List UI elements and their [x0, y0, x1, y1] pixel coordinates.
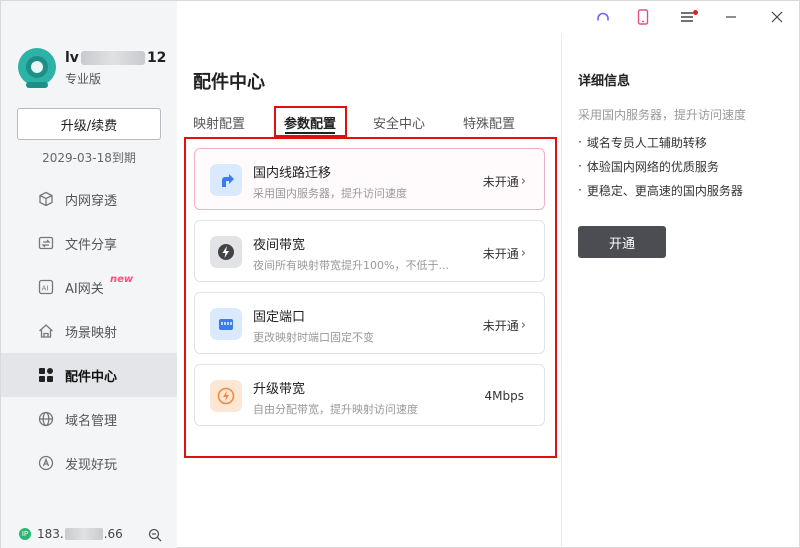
highlight-box-tab: [274, 106, 347, 137]
chevron-right-icon: ›: [520, 246, 526, 261]
notification-dot: [693, 10, 698, 15]
sidebar-item-label: AI网关: [65, 281, 104, 297]
sidebar-item-accessory-center[interactable]: 配件中心: [1, 353, 177, 397]
card-title: 升级带宽: [253, 382, 306, 397]
compass-icon: [37, 454, 55, 472]
username-prefix: lv: [65, 50, 79, 66]
sidebar-item-domain[interactable]: 域名管理: [1, 397, 177, 441]
support-icon[interactable]: [593, 7, 613, 27]
bullet-mark: ·: [578, 159, 582, 173]
feature-card-domestic-route[interactable]: 国内线路迁移 采用国内服务器，提升访问速度 未开通 ›: [194, 148, 545, 210]
card-status-text: 未开通: [482, 247, 519, 261]
close-icon[interactable]: [767, 7, 787, 27]
card-desc: 更改映射时端口固定不变: [253, 331, 374, 344]
sidebar-nav: 内网穿透 文件分享 AI AI网关 new 场景映射 配件中心 域名管理 发现好…: [1, 177, 177, 485]
bandwidth-icon: [210, 380, 242, 412]
port-icon: [210, 308, 242, 340]
expire-date: 2029-03-18到期: [42, 151, 136, 165]
page-title: 配件中心: [193, 72, 265, 93]
minimize-icon[interactable]: [721, 7, 741, 27]
ip-suffix: .66: [103, 527, 123, 541]
detail-bullet: · 更稳定、更高速的国内服务器: [578, 178, 743, 202]
username-redaction: [80, 51, 145, 65]
house-icon: [37, 322, 55, 340]
sidebar-item-file-share[interactable]: 文件分享: [1, 221, 177, 265]
ip-address: IP 183. .66: [19, 527, 123, 541]
title-bar: [177, 1, 800, 33]
card-status-text: 4Mbps: [484, 389, 524, 403]
avatar[interactable]: [18, 48, 56, 88]
detail-bullet: · 体验国内网络的优质服务: [578, 154, 743, 178]
detail-description: 采用国内服务器，提升访问速度: [578, 108, 747, 122]
username-suffix: 12: [146, 50, 167, 66]
card-status[interactable]: 未开通 ›: [483, 317, 526, 334]
svg-text:AI: AI: [42, 284, 49, 292]
card-title: 夜间带宽: [253, 238, 306, 253]
sidebar: lv 12 专业版 升级/续费 2029-03-18到期 内网穿透 文件分享 A…: [1, 1, 177, 548]
bullet-text: 更稳定、更高速的国内服务器: [586, 183, 743, 198]
card-status-text: 未开通: [482, 319, 519, 333]
card-desc: 采用国内服务器，提升访问速度: [253, 187, 407, 200]
tab-security-center[interactable]: 安全中心: [373, 113, 425, 132]
feature-card-fixed-port[interactable]: 固定端口 更改映射时端口固定不变 未开通 ›: [194, 292, 545, 354]
cube-icon: [37, 190, 55, 208]
card-status[interactable]: 未开通 ›: [483, 173, 526, 190]
camera-icon: [26, 56, 48, 78]
username: lv 12: [65, 50, 166, 66]
detail-bullet-list: · 域名专员人工辅助转移 · 体验国内网络的优质服务 · 更稳定、更高速的国内服…: [578, 130, 743, 202]
bullet-text: 体验国内网络的优质服务: [586, 159, 719, 174]
network-check-icon[interactable]: [148, 527, 162, 542]
sidebar-item-label: 域名管理: [65, 413, 118, 429]
route-icon: [210, 164, 242, 196]
sidebar-item-label: 发现好玩: [65, 457, 118, 473]
ai-icon: AI: [37, 278, 55, 296]
card-desc: 自由分配带宽，提升映射访问速度: [253, 403, 418, 416]
card-status[interactable]: 4Mbps: [485, 389, 526, 403]
detail-bullet: · 域名专员人工辅助转移: [578, 130, 743, 154]
sidebar-item-tunnel[interactable]: 内网穿透: [1, 177, 177, 221]
bullet-mark: ·: [578, 135, 582, 149]
ip-status-icon: IP: [19, 528, 31, 540]
feature-card-upgrade-bandwidth[interactable]: 升级带宽 自由分配带宽，提升映射访问速度 4Mbps: [194, 364, 545, 426]
sidebar-item-scene-mapping[interactable]: 场景映射: [1, 309, 177, 353]
globe-icon: [37, 410, 55, 428]
feature-card-night-bandwidth[interactable]: 夜间带宽 夜间所有映射带宽提升100%，不低于... 未开通 ›: [194, 220, 545, 282]
tab-mapping-config[interactable]: 映射配置: [193, 113, 245, 132]
sidebar-item-discover[interactable]: 发现好玩: [1, 441, 177, 485]
mobile-icon[interactable]: [633, 7, 653, 27]
card-title: 固定端口: [253, 310, 306, 325]
bullet-text: 域名专员人工辅助转移: [586, 135, 707, 150]
panel-divider: [561, 33, 562, 548]
chevron-right-icon: ›: [520, 318, 526, 333]
card-title: 国内线路迁移: [253, 166, 332, 181]
upgrade-button[interactable]: 升级/续费: [17, 108, 161, 140]
edition-label: 专业版: [65, 72, 102, 86]
sidebar-item-label: 配件中心: [65, 369, 118, 385]
sidebar-item-ai-gateway[interactable]: AI AI网关 new: [1, 265, 177, 309]
bullet-mark: ·: [578, 183, 582, 197]
detail-title: 详细信息: [578, 74, 631, 89]
card-status[interactable]: 未开通 ›: [483, 245, 526, 262]
folder-share-icon: [37, 234, 55, 252]
new-badge: new: [110, 274, 134, 285]
ip-redaction: [64, 528, 103, 540]
bolt-icon: [210, 236, 242, 268]
grid-icon: [37, 366, 55, 384]
app-window: lv 12 专业版 升级/续费 2029-03-18到期 内网穿透 文件分享 A…: [0, 0, 800, 548]
activate-button[interactable]: 开通: [578, 226, 666, 258]
sidebar-item-label: 文件分享: [65, 237, 118, 253]
ip-prefix: 183.: [37, 527, 64, 541]
sidebar-item-label: 场景映射: [65, 325, 118, 341]
card-status-text: 未开通: [482, 175, 519, 189]
card-desc: 夜间所有映射带宽提升100%，不低于...: [253, 259, 449, 272]
sidebar-item-label: 内网穿透: [65, 193, 118, 209]
chevron-right-icon: ›: [520, 174, 526, 189]
tab-special-config[interactable]: 特殊配置: [463, 113, 515, 132]
